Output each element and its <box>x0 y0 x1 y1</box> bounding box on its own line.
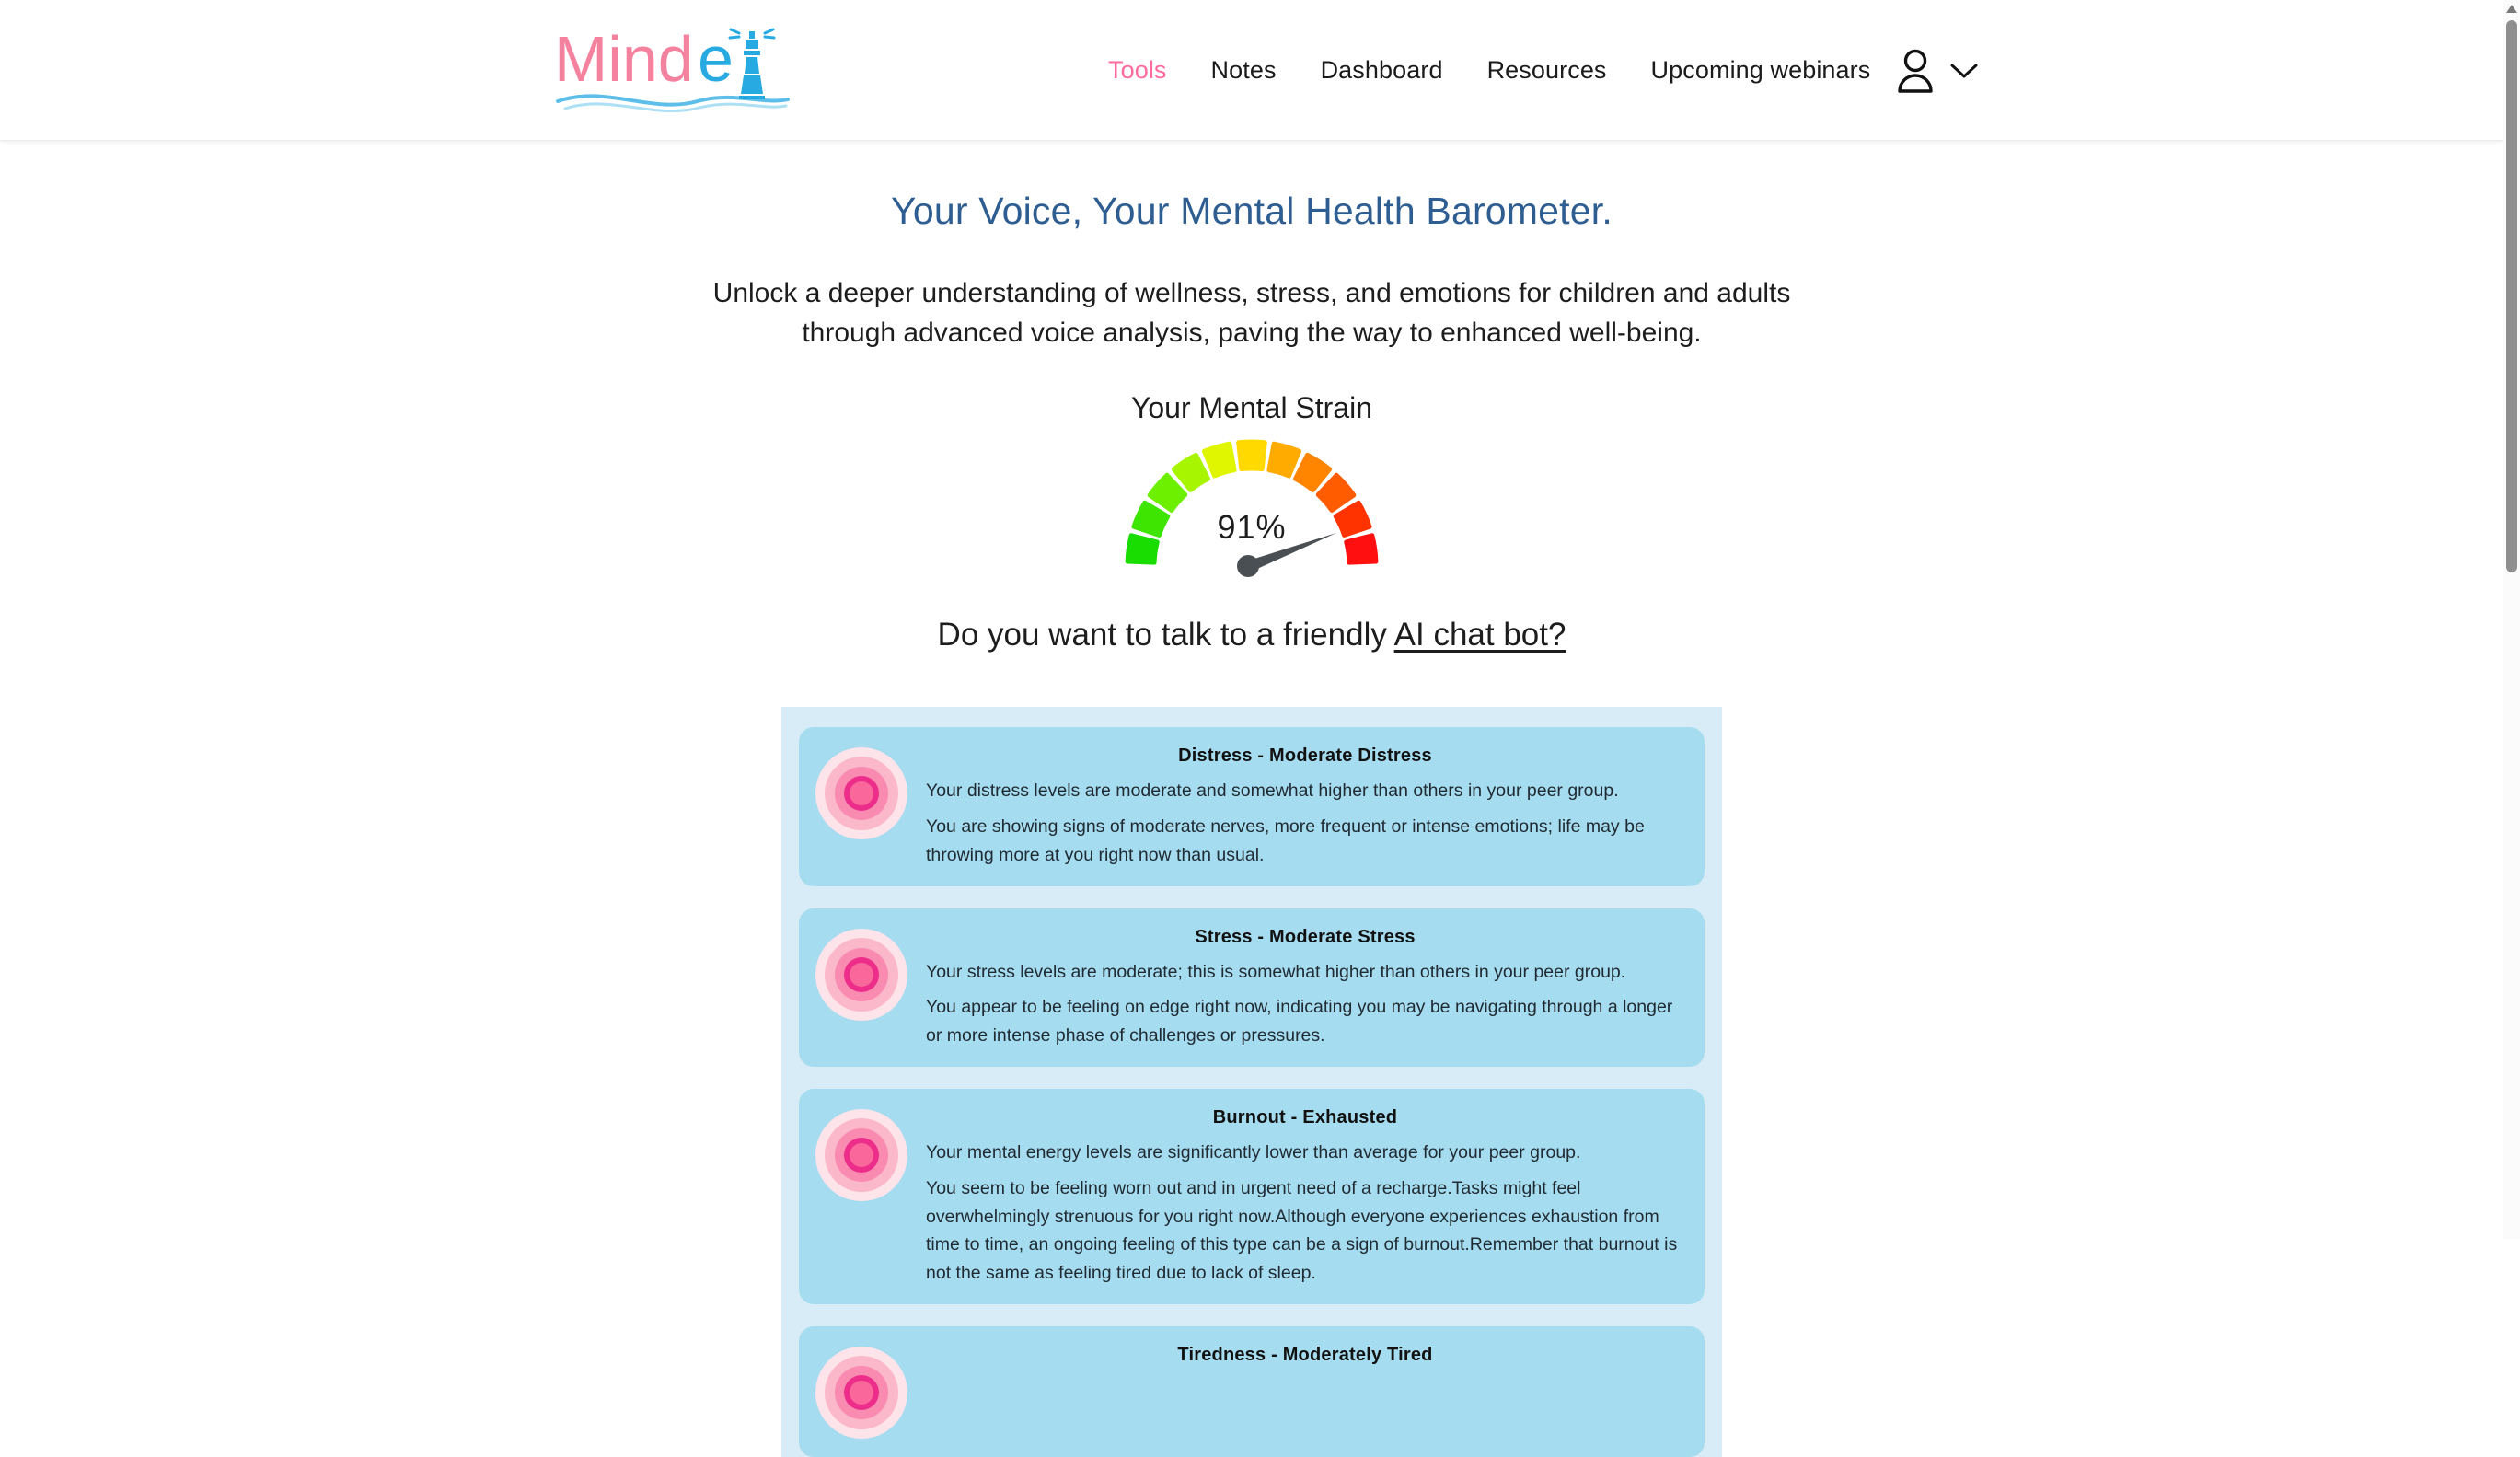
nav-item-upcoming-webinars[interactable]: Upcoming webinars <box>1629 56 1893 85</box>
nav-item-notes[interactable]: Notes <box>1189 56 1299 85</box>
results-panel: Distress - Moderate Distress Your distres… <box>781 707 1722 1457</box>
user-icon <box>1894 48 1936 94</box>
chatbot-prompt: Do you want to talk to a friendly AI cha… <box>930 612 1574 659</box>
result-card-title: Distress - Moderate Distress <box>1178 746 1432 767</box>
result-card-body: Tiredness - Moderately Tired <box>926 1341 1684 1376</box>
nav-item-resources[interactable]: Resources <box>1465 56 1629 85</box>
result-card: Tiredness - Moderately Tired <box>799 1325 1705 1457</box>
main-content: Your Voice, Your Mental Health Barometer… <box>0 141 2503 1457</box>
main-navigation: Tools Notes Dashboard Resources Upcoming… <box>1086 0 1892 141</box>
gauge-segment-9 <box>1315 473 1357 514</box>
scrollbar-thumb[interactable] <box>2506 20 2517 572</box>
result-card-body: Distress - Moderate Distress Your distres… <box>926 742 1684 869</box>
nav-item-tools[interactable]: Tools <box>1086 56 1189 85</box>
logo-minde-lighthouse: Mind e <box>554 23 790 112</box>
mental-strain-gauge: 91% <box>1086 438 1417 590</box>
page-scrollbar[interactable] <box>2503 0 2520 1239</box>
result-card-body: Burnout - Exhausted Your mental energy le… <box>926 1104 1684 1288</box>
concentric-circles-icon <box>814 927 909 1023</box>
user-menu[interactable] <box>1894 0 1979 141</box>
result-card: Distress - Moderate Distress Your distres… <box>799 727 1705 886</box>
result-card-title: Stress - Moderate Stress <box>1195 926 1416 947</box>
concentric-circles-icon <box>814 746 909 841</box>
concentric-circles-icon <box>814 1345 909 1440</box>
gauge-segment-3 <box>1147 473 1188 514</box>
concentric-circles-icon <box>814 1107 909 1203</box>
chatbot-prompt-text: Do you want to talk to a friendly <box>937 617 1394 653</box>
result-card: Burnout - Exhausted Your mental energy le… <box>799 1088 1705 1304</box>
ai-chat-bot-link[interactable]: AI chat bot? <box>1394 617 1566 653</box>
gauge-segment-5 <box>1201 442 1237 479</box>
mental-strain-label: Your Mental Strain <box>1130 391 1373 425</box>
logo[interactable]: Mind e <box>550 13 827 116</box>
page-title: Your Voice, Your Mental Health Barometer… <box>891 190 1613 232</box>
gauge-needle-hub <box>1237 555 1259 578</box>
gauge-segment-7 <box>1266 442 1302 479</box>
result-card: Stress - Moderate Stress Your stress leve… <box>799 908 1705 1067</box>
svg-text:Mind: Mind <box>554 23 694 95</box>
gauge-segment-6 <box>1236 439 1267 472</box>
chevron-down-icon <box>1949 62 1979 80</box>
result-card-line: Your distress levels are moderate and so… <box>926 781 1619 802</box>
result-card-line: Your mental energy levels are significan… <box>926 1141 1581 1162</box>
svg-text:e: e <box>698 23 734 95</box>
result-card-title: Tiredness - Moderately Tired <box>1177 1344 1433 1365</box>
page-subtitle: Unlock a deeper understanding of wellnes… <box>712 278 1791 349</box>
site-header: Mind e Tools Notes Dashboard Resources U… <box>0 0 2503 141</box>
result-card-title: Burnout - Exhausted <box>1212 1106 1398 1127</box>
result-card-line: Your stress levels are moderate; this is… <box>926 961 1626 982</box>
scrollbar-up-arrow[interactable] <box>2503 0 2520 17</box>
nav-item-dashboard[interactable]: Dashboard <box>1299 56 1465 85</box>
result-card-line: You are showing signs of moderate nerves… <box>926 815 1645 865</box>
result-card-line: You appear to be feeling on edge right n… <box>926 997 1673 1046</box>
gauge-value-label: 91% <box>1217 508 1287 547</box>
result-card-line: You seem to be feeling worn out and in u… <box>926 1177 1678 1284</box>
result-card-body: Stress - Moderate Stress Your stress leve… <box>926 923 1684 1050</box>
